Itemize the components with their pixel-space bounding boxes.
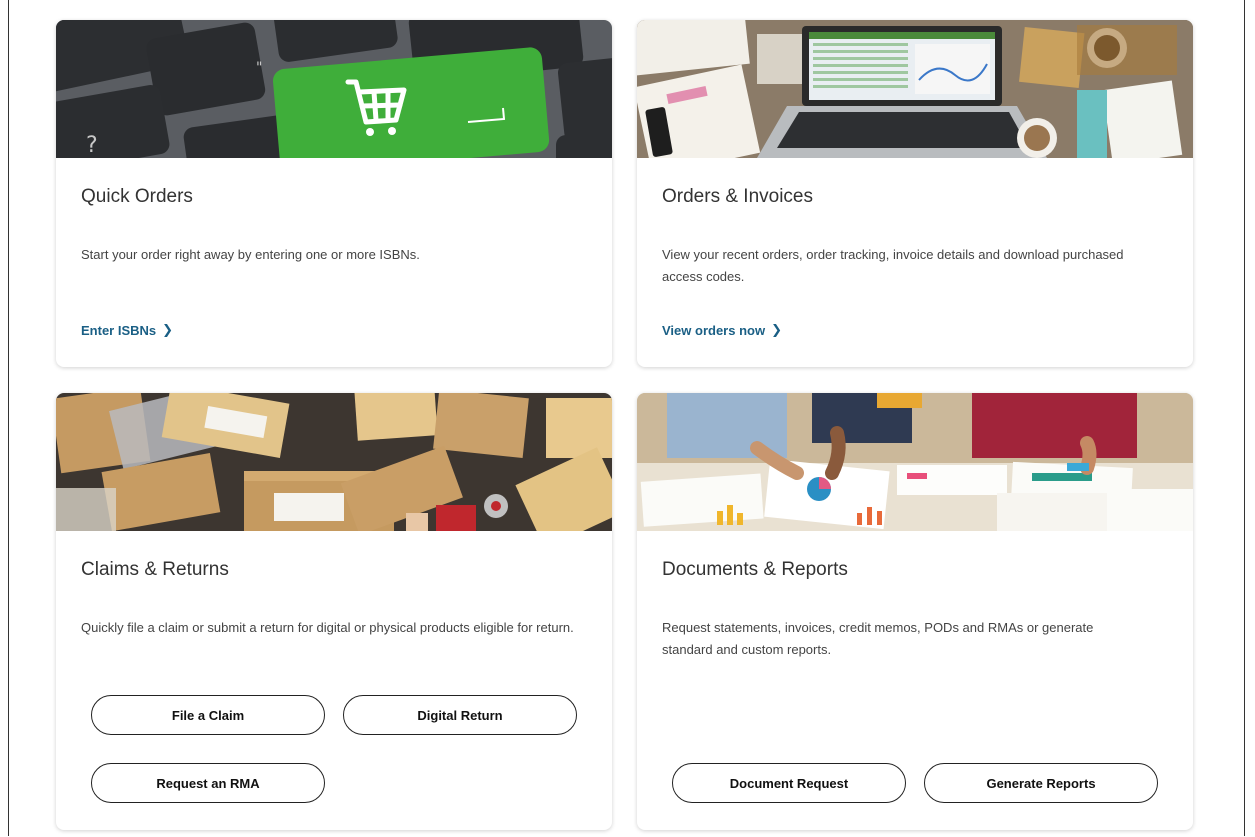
file-claim-button[interactable]: File a Claim (91, 695, 325, 735)
documents-reports-image (637, 393, 1193, 531)
request-rma-button[interactable]: Request an RMA (91, 763, 325, 803)
quick-orders-image: ? " (56, 20, 612, 158)
svg-text:?: ? (86, 133, 98, 158)
chevron-right-icon: ❯ (771, 322, 782, 337)
documents-reports-title: Documents & Reports (662, 559, 848, 580)
claims-returns-card: Claims & Returns Quickly file a claim or… (56, 393, 612, 830)
claims-returns-image (56, 393, 612, 531)
orders-invoices-title: Orders & Invoices (662, 186, 813, 207)
enter-isbns-link[interactable]: Enter ISBNs ❯ (81, 322, 173, 338)
digital-return-button[interactable]: Digital Return (343, 695, 577, 735)
orders-invoices-card: Orders & Invoices View your recent order… (637, 20, 1193, 367)
quick-orders-description: Start your order right away by entering … (81, 247, 420, 262)
orders-invoices-image (637, 20, 1193, 158)
view-orders-label: View orders now (662, 322, 766, 338)
quick-orders-title: Quick Orders (81, 186, 193, 207)
quick-orders-card: ? " Quick Orders Start your order right … (56, 20, 612, 367)
documents-reports-card: Documents & Reports Request statements, … (637, 393, 1193, 830)
enter-isbns-label: Enter ISBNs (81, 322, 157, 338)
claims-returns-title: Claims & Returns (81, 559, 229, 580)
documents-reports-description: Request statements, invoices, credit mem… (662, 620, 1094, 657)
claims-returns-description: Quickly file a claim or submit a return … (81, 620, 574, 635)
generate-reports-button[interactable]: Generate Reports (924, 763, 1158, 803)
view-orders-link[interactable]: View orders now ❯ (662, 322, 782, 338)
svg-text:": " (256, 60, 262, 76)
document-request-button[interactable]: Document Request (672, 763, 906, 803)
orders-invoices-description: View your recent orders, order tracking,… (662, 247, 1124, 284)
chevron-right-icon: ❯ (162, 322, 174, 337)
